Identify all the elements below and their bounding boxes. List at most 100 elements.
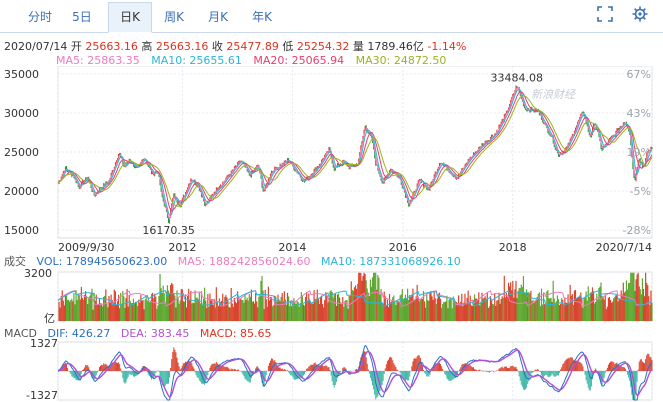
volume-bar (586, 300, 588, 321)
volume-bar (432, 299, 434, 321)
volume-bar (434, 298, 436, 321)
volume-bar (277, 294, 279, 321)
macd-bar (585, 371, 587, 381)
volume-bar (421, 298, 424, 321)
macd-bar (544, 371, 546, 376)
macd-bar (164, 371, 166, 386)
macd-bar (197, 371, 199, 378)
macd-bar (535, 370, 537, 371)
volume-bar (98, 298, 101, 321)
macd-bar (283, 369, 285, 371)
macd-bar (165, 371, 167, 384)
settings-icon[interactable] (631, 6, 649, 24)
macd-bar (209, 367, 211, 371)
volume-bar (231, 303, 233, 321)
macd-bar (245, 371, 247, 380)
tab-intraday[interactable]: 分时 (22, 4, 58, 30)
volume-bar (449, 297, 451, 321)
macd-bar (366, 363, 368, 371)
macd-bar (406, 371, 408, 380)
macd-bar (549, 371, 551, 377)
volume-bar (427, 300, 429, 321)
volume-bar (246, 297, 248, 321)
macd-bar (155, 371, 157, 374)
macd-bar (308, 366, 310, 371)
macd-bar (564, 361, 566, 371)
volume-bar (447, 308, 449, 321)
macd-bar (176, 357, 178, 371)
volume-bar (302, 304, 305, 321)
volume-bar (323, 307, 325, 321)
macd-bar (644, 363, 646, 371)
volume-bar (303, 305, 306, 321)
macd-bar (356, 368, 358, 371)
volume-bar (361, 280, 363, 321)
volume-bar (443, 301, 445, 321)
volume-bar (506, 296, 509, 321)
tab-monthly-k[interactable]: 月K (200, 4, 236, 30)
volume-bar (496, 300, 498, 321)
volume-bar (388, 294, 391, 321)
macd-bar (611, 361, 613, 371)
volume-bar (609, 299, 612, 321)
volume-bar (183, 301, 186, 321)
volume-bar (645, 272, 647, 321)
macd-dea-line (57, 349, 653, 398)
volume-bar (637, 272, 639, 321)
volume-bar (128, 295, 130, 321)
volume-bar (534, 301, 536, 321)
volume-bar (338, 297, 341, 321)
volume-bar (554, 302, 556, 321)
macd-bar (265, 371, 267, 376)
volume-bar (650, 290, 652, 321)
volume-bar (291, 306, 293, 321)
volume-bar (296, 300, 298, 321)
macd-bar (493, 371, 495, 373)
macd-bar (636, 371, 638, 382)
volume-bar (176, 290, 178, 321)
kline-chart[interactable]: 35000 30000 25000 20000 15000 67% 43% 19% -5% -28… (0, 66, 663, 402)
macd-bar (169, 371, 171, 378)
macd-bar (399, 371, 401, 373)
volume-bar (269, 296, 272, 321)
macd-bar (426, 371, 428, 377)
volume-bar (429, 293, 431, 321)
volume-bar (76, 299, 78, 321)
volume-bar (239, 298, 241, 321)
macd-bar (448, 371, 450, 381)
volume-bar (168, 293, 171, 321)
volume-bar (556, 295, 559, 321)
volume-bar (139, 302, 141, 321)
macd-bar (84, 367, 86, 371)
tab-5day[interactable]: 5日 (64, 4, 100, 30)
volume-bar (394, 301, 396, 321)
macd-bar (553, 371, 555, 377)
macd-bar (578, 361, 580, 371)
volume-bar (256, 301, 258, 321)
vol-value: VOL: 178945650623.00 (36, 255, 168, 268)
volume-bar (310, 303, 312, 321)
volume-bar (240, 298, 242, 321)
volume-bar (344, 300, 346, 321)
tab-yearly-k[interactable]: 年K (244, 4, 280, 30)
volume-bar (646, 282, 648, 321)
volume-bar (641, 278, 644, 321)
macd-bar (178, 366, 180, 371)
macd-bar (425, 371, 427, 375)
macd-bar (447, 371, 449, 380)
macd-bar (230, 368, 232, 371)
volume-bar (105, 289, 107, 321)
volume-bar (141, 300, 143, 321)
pct-tick-label: -5% (630, 185, 651, 198)
macd-bar (451, 371, 453, 380)
tab-daily-k[interactable]: 日K (108, 2, 152, 33)
macd-bar (384, 368, 386, 371)
volume-bar (485, 298, 487, 321)
macd-bar (381, 371, 383, 385)
volume-bar (337, 293, 340, 321)
fullscreen-icon[interactable] (596, 6, 614, 24)
volume-bar (202, 298, 205, 321)
volume-bar (524, 292, 527, 321)
volume-bar (252, 301, 255, 321)
tab-weekly-k[interactable]: 周K (156, 4, 192, 30)
